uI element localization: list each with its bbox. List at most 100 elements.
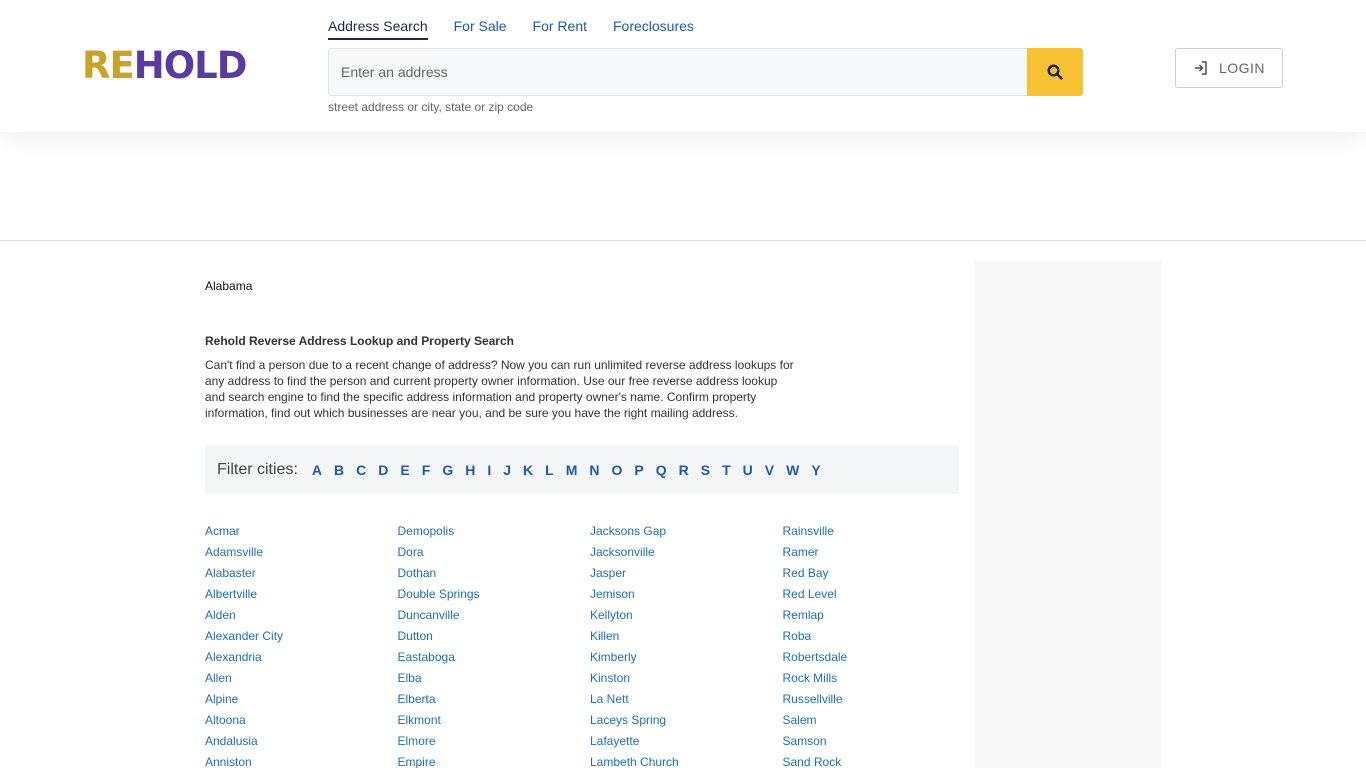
city-link[interactable]: Jacksonville [590, 542, 783, 563]
city-link[interactable]: Kimberly [590, 647, 783, 668]
city-link[interactable]: Alexander City [205, 626, 398, 647]
filter-letter[interactable]: B [334, 462, 344, 478]
city-link[interactable]: Ramer [783, 542, 976, 563]
filter-letter[interactable]: V [765, 462, 774, 478]
sidebar-ad-placeholder [975, 261, 1161, 768]
breadcrumb-state: Alabama [205, 279, 253, 293]
filter-letter[interactable]: D [378, 462, 388, 478]
filter-letter[interactable]: E [400, 462, 409, 478]
filter-letter[interactable]: I [487, 462, 491, 478]
filter-letter[interactable]: G [442, 462, 453, 478]
city-link[interactable]: Double Springs [398, 584, 591, 605]
city-link[interactable]: Altoona [205, 710, 398, 731]
city-link[interactable]: Allen [205, 668, 398, 689]
filter-label: Filter cities: [217, 460, 298, 478]
search-hint: street address or city, state or zip cod… [328, 100, 534, 114]
filter-letter[interactable]: M [566, 462, 578, 478]
city-link[interactable]: Kellyton [590, 605, 783, 626]
tab-address-search[interactable]: Address Search [328, 16, 428, 40]
city-link[interactable]: Alden [205, 605, 398, 626]
city-link[interactable]: Albertville [205, 584, 398, 605]
address-search-input[interactable] [328, 48, 1027, 96]
city-link[interactable]: Red Bay [783, 563, 976, 584]
filter-letter[interactable]: S [701, 462, 710, 478]
city-link[interactable]: Dutton [398, 626, 591, 647]
city-link[interactable]: Elkmont [398, 710, 591, 731]
city-column: Demopolis Dora Dothan Double Springs Dun… [398, 521, 591, 768]
filter-letter[interactable]: Y [811, 462, 820, 478]
filter-letter[interactable]: F [422, 462, 431, 478]
filter-letter[interactable]: J [503, 462, 511, 478]
login-icon [1194, 61, 1207, 75]
city-link[interactable]: Red Level [783, 584, 976, 605]
city-link[interactable]: Russellville [783, 689, 976, 710]
city-column: Rainsville Ramer Red Bay Red Level Remla… [783, 521, 976, 768]
filter-letter[interactable]: H [465, 462, 475, 478]
login-button[interactable]: LOGIN [1175, 48, 1283, 88]
city-link[interactable]: Anniston [205, 752, 398, 768]
filter-letter[interactable]: U [743, 462, 753, 478]
site-header: REHOLD Address Search For Sale For Rent … [0, 0, 1366, 132]
search-bar [328, 48, 1083, 96]
filter-letter[interactable]: A [312, 462, 322, 478]
city-link[interactable]: Lambeth Church [590, 752, 783, 768]
logo-text-hold: HOLD [133, 44, 248, 87]
city-link[interactable]: Elmore [398, 731, 591, 752]
city-link[interactable]: Robertsdale [783, 647, 976, 668]
search-icon [1047, 64, 1063, 80]
divider [0, 240, 1366, 241]
city-link[interactable]: Laceys Spring [590, 710, 783, 731]
city-link[interactable]: Empire [398, 752, 591, 768]
filter-letter[interactable]: N [589, 462, 599, 478]
city-link[interactable]: Killen [590, 626, 783, 647]
filter-letter[interactable]: K [523, 462, 533, 478]
city-link[interactable]: Duncanville [398, 605, 591, 626]
filter-letter[interactable]: T [722, 462, 731, 478]
filter-letter[interactable]: O [612, 462, 623, 478]
city-link[interactable]: La Nett [590, 689, 783, 710]
rehold-logo[interactable]: REHOLD [82, 44, 248, 87]
tab-for-sale[interactable]: For Sale [454, 16, 507, 40]
city-column: Jacksons Gap Jacksonville Jasper Jemison… [590, 521, 783, 768]
city-link[interactable]: Kinston [590, 668, 783, 689]
city-link[interactable]: Alabaster [205, 563, 398, 584]
city-link[interactable]: Dora [398, 542, 591, 563]
filter-letter[interactable]: C [356, 462, 366, 478]
city-link[interactable]: Sand Rock [783, 752, 976, 768]
city-link[interactable]: Rock Mills [783, 668, 976, 689]
city-link[interactable]: Adamsville [205, 542, 398, 563]
city-link[interactable]: Lafayette [590, 731, 783, 752]
city-column: Acmar Adamsville Alabaster Albertville A… [205, 521, 398, 768]
city-link[interactable]: Salem [783, 710, 976, 731]
city-link[interactable]: Rainsville [783, 521, 976, 542]
city-link[interactable]: Roba [783, 626, 976, 647]
city-link[interactable]: Andalusia [205, 731, 398, 752]
city-link[interactable]: Dothan [398, 563, 591, 584]
search-button[interactable] [1027, 48, 1083, 96]
city-link[interactable]: Alexandria [205, 647, 398, 668]
city-link[interactable]: Remlap [783, 605, 976, 626]
logo-text-re: RE [82, 44, 135, 87]
filter-letter[interactable]: R [679, 462, 689, 478]
search-tabs: Address Search For Sale For Rent Foreclo… [328, 16, 720, 40]
filter-letter[interactable]: W [786, 462, 799, 478]
city-link[interactable]: Jasper [590, 563, 783, 584]
filter-letter[interactable]: P [634, 462, 643, 478]
intro-title: Rehold Reverse Address Lookup and Proper… [205, 334, 514, 348]
tab-for-rent[interactable]: For Rent [533, 16, 587, 40]
city-link[interactable]: Samson [783, 731, 976, 752]
tab-foreclosures[interactable]: Foreclosures [613, 16, 694, 40]
city-link[interactable]: Elberta [398, 689, 591, 710]
login-label: LOGIN [1218, 60, 1266, 76]
city-link[interactable]: Jacksons Gap [590, 521, 783, 542]
city-link[interactable]: Acmar [205, 521, 398, 542]
city-link[interactable]: Jemison [590, 584, 783, 605]
intro-text: Can't find a person due to a recent chan… [205, 358, 794, 420]
city-link[interactable]: Elba [398, 668, 591, 689]
filter-letter[interactable]: Q [656, 462, 667, 478]
filter-letter[interactable]: L [545, 462, 554, 478]
city-link[interactable]: Demopolis [398, 521, 591, 542]
city-link[interactable]: Eastaboga [398, 647, 591, 668]
filter-cities-bar: Filter cities: A B C D E F G H I J K L M… [205, 445, 959, 494]
city-link[interactable]: Alpine [205, 689, 398, 710]
